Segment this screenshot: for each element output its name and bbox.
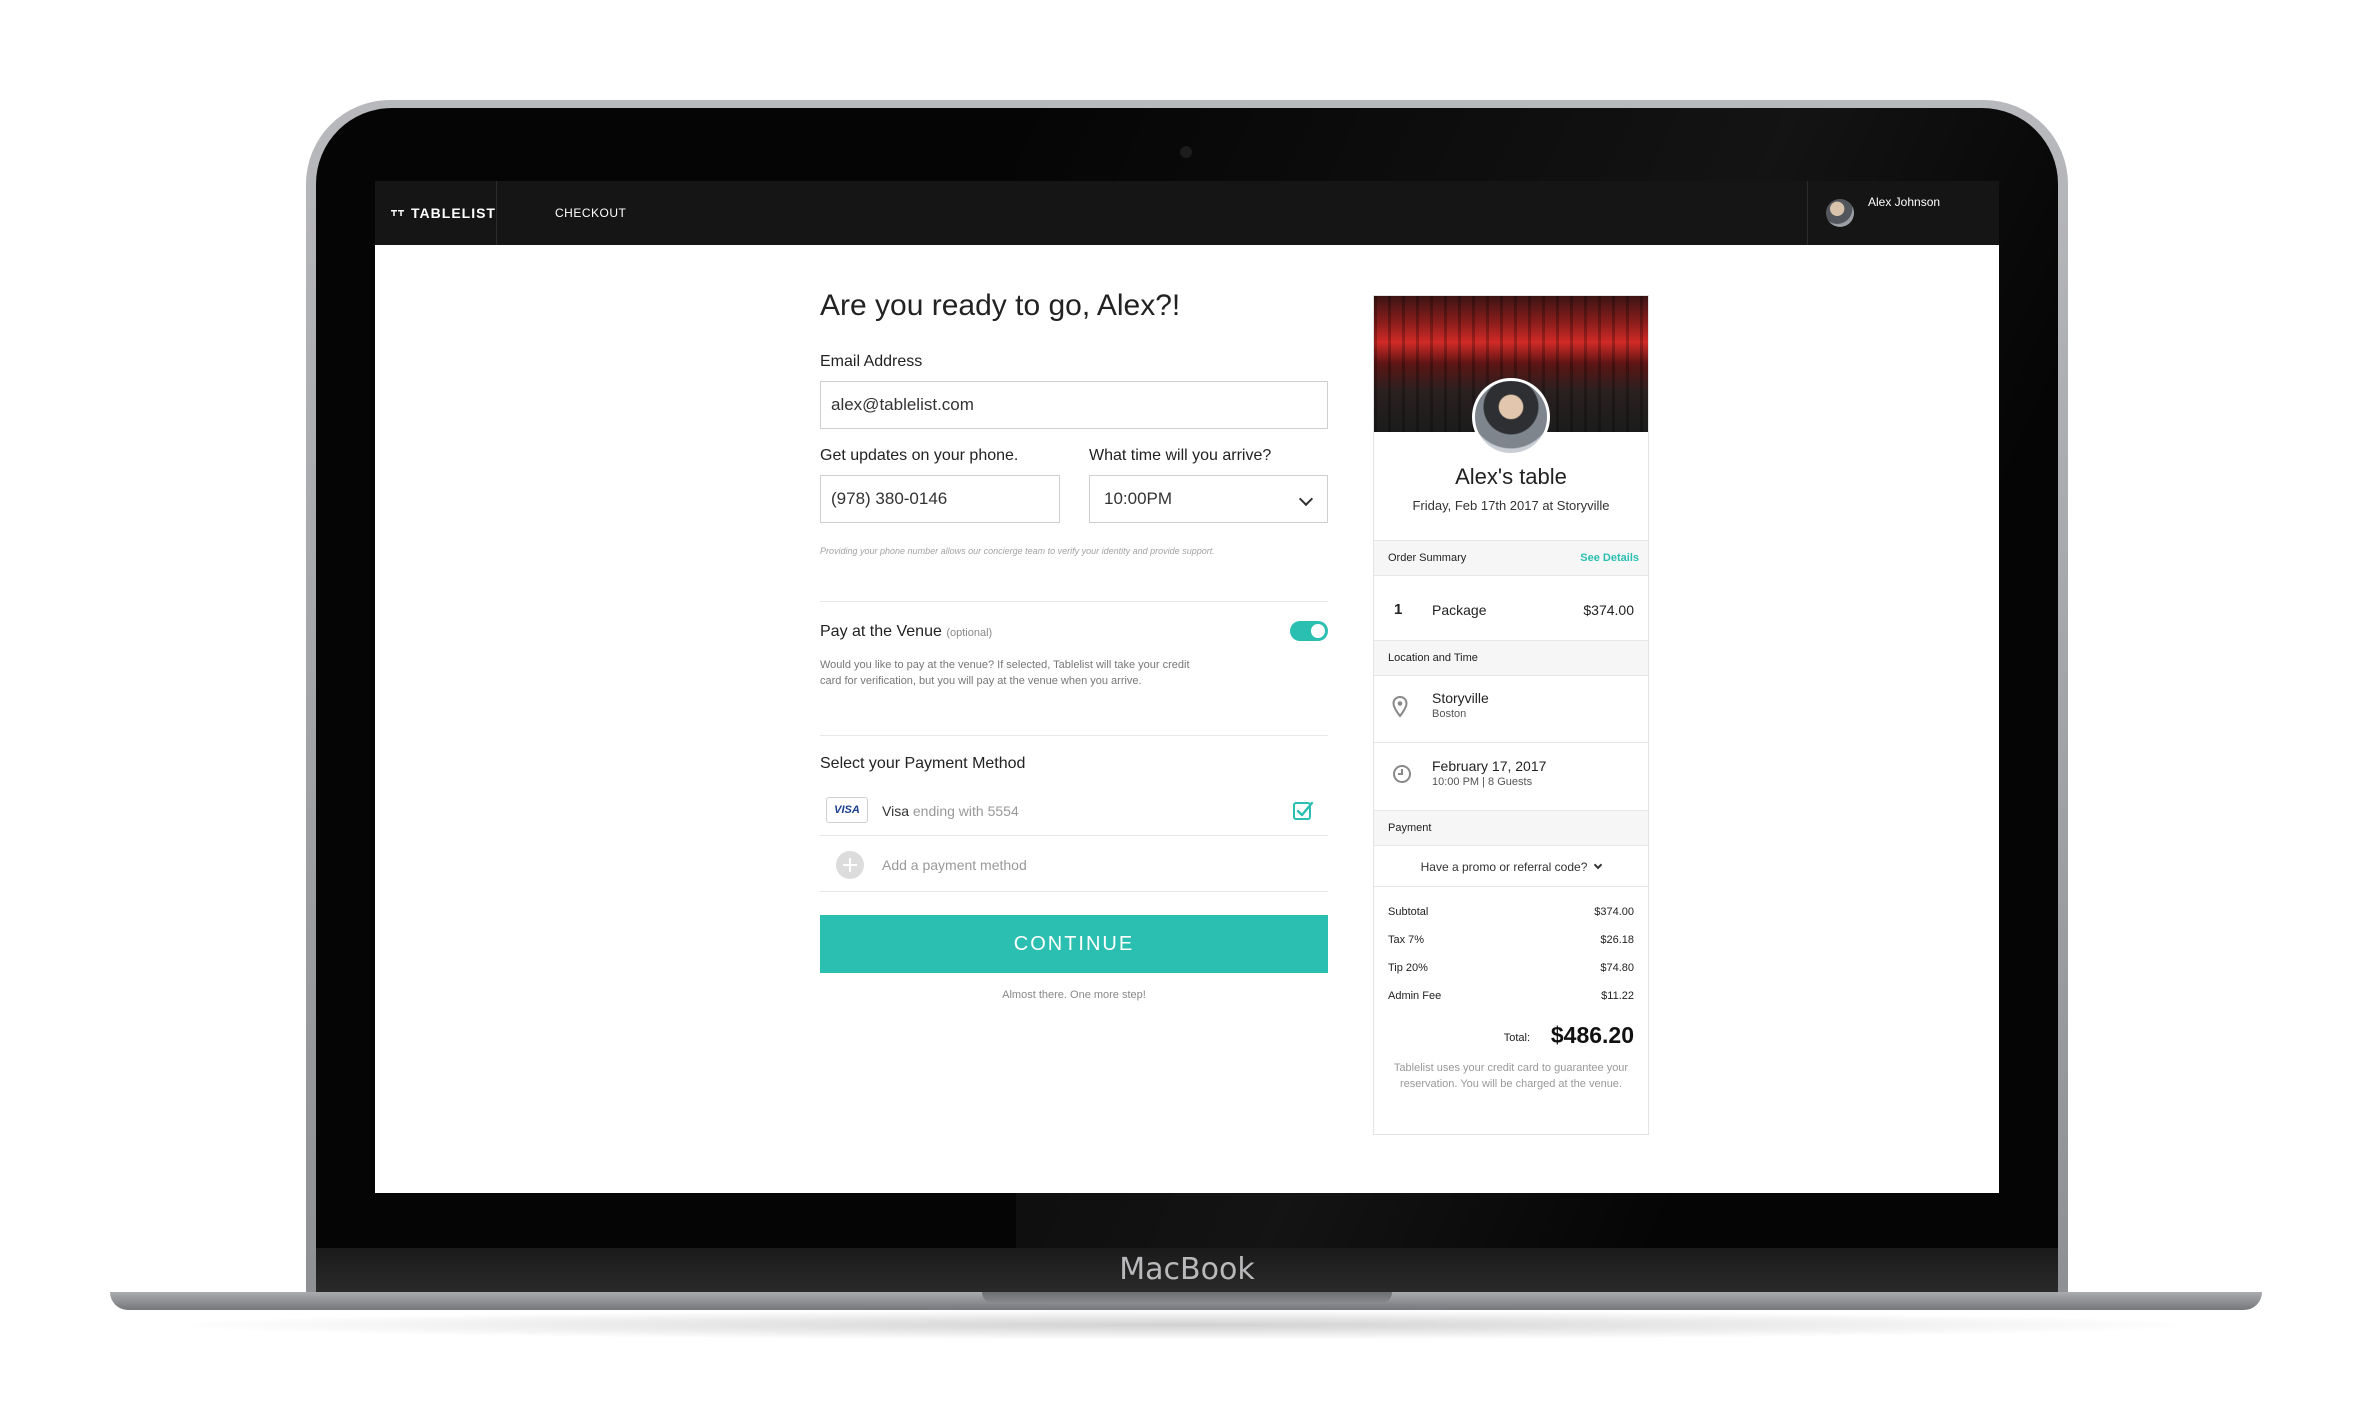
fee-row-admin: Admin Fee $11.22 (1388, 990, 1634, 1002)
payment-header: Payment (1374, 810, 1648, 846)
app-screen: TABLELIST CHECKOUT Alex Johnson Are you … (375, 181, 1999, 1193)
promo-code-label: Have a promo or referral code? (1420, 860, 1588, 874)
optional-tag: (optional) (946, 627, 993, 639)
chevron-down-icon (1594, 860, 1603, 870)
total-label: Total: (1503, 1032, 1530, 1044)
pay-venue-label: Pay at the Venue (820, 623, 942, 640)
package-qty: 1 (1394, 601, 1403, 618)
venue-city: Boston (1432, 708, 1467, 720)
page-title: Are you ready to go, Alex?! (820, 289, 1181, 322)
fee-value: $11.22 (1601, 990, 1634, 1002)
email-field[interactable]: alex@tablelist.com (820, 381, 1328, 429)
location-time-label: Location and Time (1388, 652, 1478, 664)
table-subtitle: Friday, Feb 17th 2017 at Storyville (1412, 498, 1610, 513)
pay-venue-title: Pay at the Venue (optional) (820, 623, 992, 641)
add-icon[interactable] (836, 851, 864, 879)
clock-icon (1393, 765, 1411, 783)
payment-label: Payment (1388, 822, 1432, 834)
top-navbar: TABLELIST CHECKOUT Alex Johnson (375, 181, 1999, 245)
arrival-label: What time will you arrive? (1089, 447, 1272, 464)
total-value: $486.20 (1550, 1022, 1634, 1048)
user-name: Alex Johnson (1868, 195, 1941, 209)
table-title: Alex's table (1455, 464, 1567, 489)
add-payment-method[interactable]: Add a payment method (882, 857, 1027, 873)
email-label: Email Address (820, 353, 923, 370)
arrival-time-value: 10:00PM (1104, 489, 1173, 508)
brand-logo[interactable]: TABLELIST (375, 181, 497, 245)
divider (1374, 742, 1648, 743)
visa-card-icon: VISA (826, 797, 868, 823)
payment-method-title: Select your Payment Method (820, 755, 1026, 772)
camera-icon (1180, 146, 1192, 158)
reservation-time-guests: 10:00 PM | 8 Guests (1432, 776, 1533, 788)
saved-card-option[interactable]: Visa ending with 5554 (882, 803, 1019, 819)
order-summary-header: Order Summary See Details (1374, 540, 1648, 576)
see-details-link[interactable]: See Details (1580, 552, 1639, 564)
device-label: MacBook (1119, 1252, 1255, 1287)
venue-name: Storyville (1432, 690, 1489, 706)
divider (1374, 886, 1648, 887)
checkbox-checked-icon[interactable] (1292, 799, 1314, 821)
card-ending: ending with 5554 (912, 803, 1019, 819)
toggle-knob (1311, 624, 1325, 638)
location-time-header: Location and Time (1374, 640, 1648, 676)
user-menu[interactable]: Alex Johnson (1807, 181, 1999, 245)
arrival-time-select[interactable]: 10:00PM (1089, 475, 1328, 523)
fee-value: $26.18 (1600, 934, 1634, 946)
payment-disclaimer: Tablelist uses your credit card to guara… (1393, 1062, 1629, 1090)
brand-name: TABLELIST (411, 205, 496, 221)
tablelist-logo-icon (391, 209, 405, 217)
base-notch (982, 1292, 1392, 1304)
package-price: $374.00 (1583, 602, 1634, 618)
fee-row-tax: Tax 7% $26.18 (1388, 934, 1634, 946)
fee-label: Admin Fee (1388, 990, 1442, 1002)
order-summary-label: Order Summary (1388, 552, 1467, 564)
fee-label: Subtotal (1388, 906, 1429, 918)
divider (820, 735, 1328, 736)
package-name: Package (1432, 602, 1487, 618)
phone-field[interactable]: (978) 380-0146 (820, 475, 1060, 523)
fee-label: Tax 7% (1388, 934, 1425, 946)
avatar (1826, 199, 1854, 227)
host-avatar (1472, 378, 1550, 456)
pay-venue-toggle[interactable] (1290, 621, 1328, 641)
fee-row-subtotal: Subtotal $374.00 (1388, 906, 1634, 918)
divider (820, 891, 1328, 892)
card-name: Visa (882, 803, 909, 819)
divider (820, 601, 1328, 602)
fee-row-tip: Tip 20% $74.80 (1388, 962, 1634, 974)
fee-label: Tip 20% (1388, 962, 1428, 974)
pay-venue-description: Would you like to pay at the venue? If s… (820, 659, 1190, 687)
fee-value: $74.80 (1600, 962, 1634, 974)
chevron-down-icon (1298, 491, 1314, 507)
base-shadow (150, 1310, 2220, 1340)
phone-label: Get updates on your phone. (820, 447, 1019, 464)
almost-there-text: Almost there. One more step! (1002, 989, 1146, 1001)
fee-value: $374.00 (1594, 906, 1634, 918)
continue-button[interactable]: CONTINUE (820, 915, 1328, 973)
nav-checkout[interactable]: CHECKOUT (555, 181, 626, 245)
reservation-summary-card: Alex's table Friday, Feb 17th 2017 at St… (1373, 295, 1649, 1135)
phone-hint: Providing your phone number allows our c… (820, 546, 1215, 556)
divider (820, 835, 1328, 836)
location-pin-icon (1392, 696, 1408, 718)
promo-code-toggle[interactable]: Have a promo or referral code? (1374, 860, 1648, 874)
reservation-date: February 17, 2017 (1432, 758, 1547, 774)
